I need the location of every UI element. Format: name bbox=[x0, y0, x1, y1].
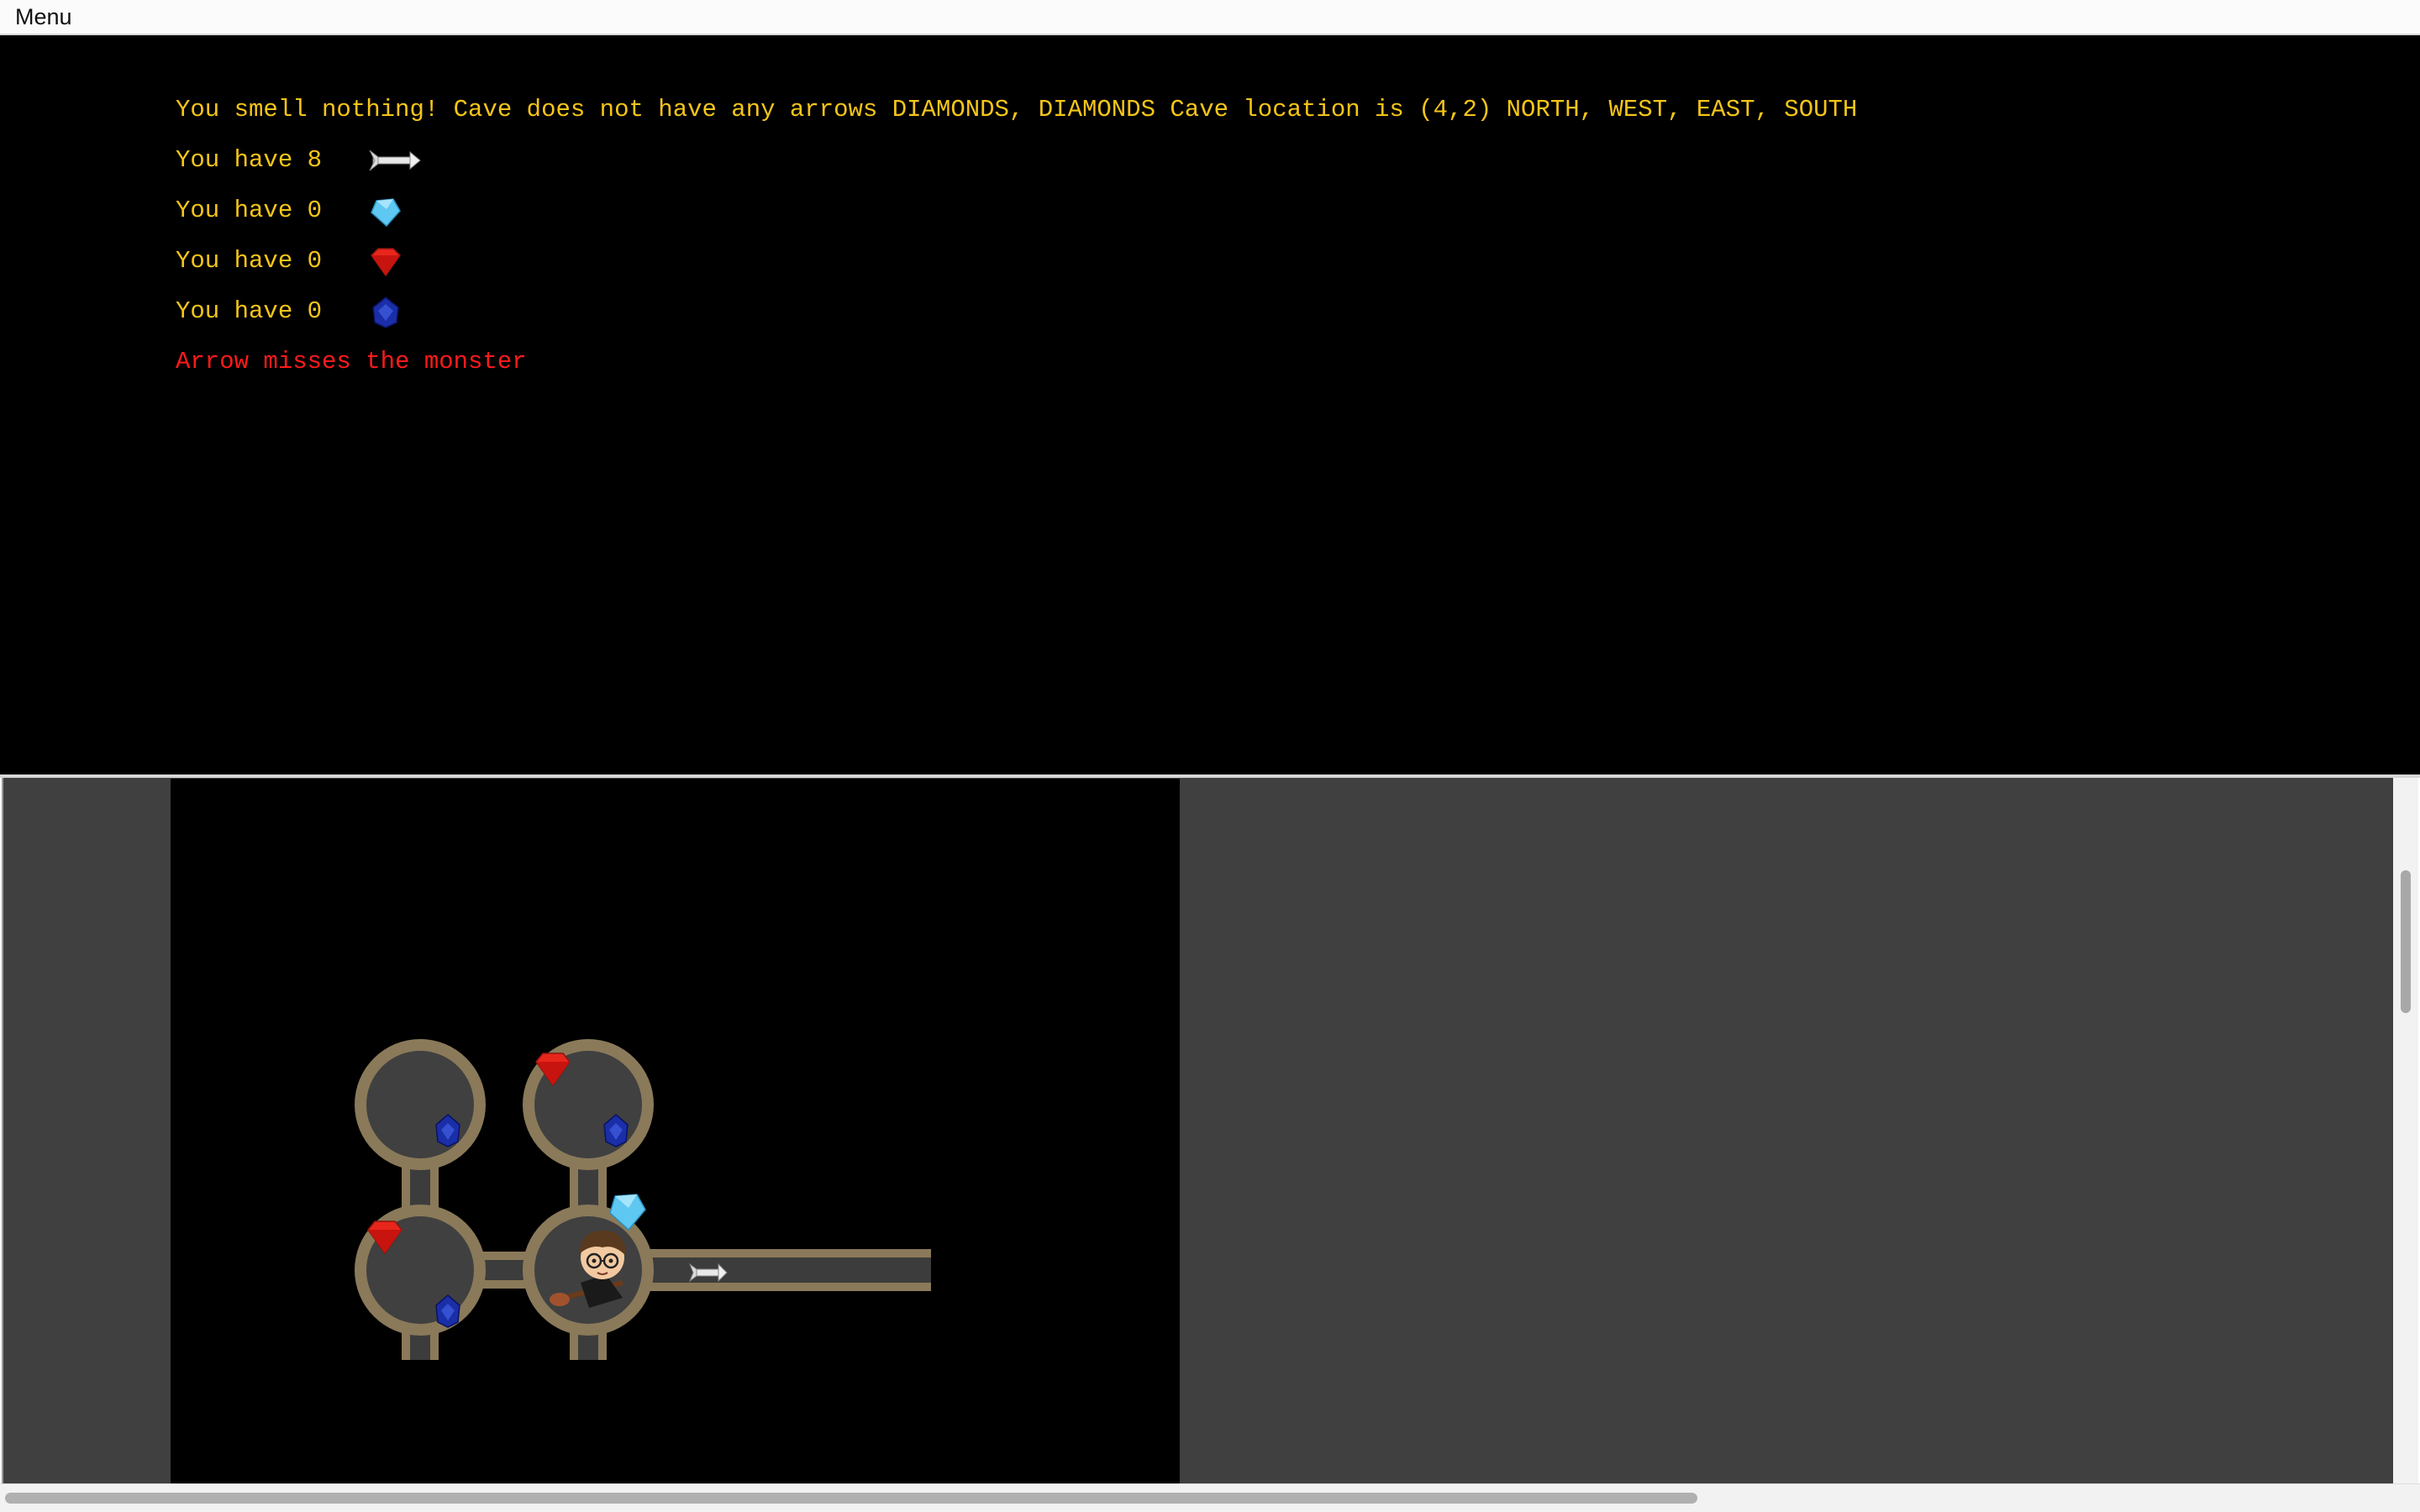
tunnel-floors bbox=[410, 1123, 931, 1367]
horizontal-scroll-thumb[interactable] bbox=[5, 1493, 1697, 1504]
status-panel: You smell nothing! Cave does not have an… bbox=[0, 35, 2420, 774]
vertical-scrollbar[interactable] bbox=[2393, 778, 2418, 1483]
dungeon-map bbox=[171, 779, 1180, 1483]
cave-top-left bbox=[355, 1039, 486, 1170]
ruby-icon bbox=[371, 248, 401, 277]
vertical-scroll-thumb[interactable] bbox=[2401, 870, 2411, 1013]
menu-bar: Menu bbox=[0, 0, 2420, 35]
message-text: Arrow misses the monster bbox=[176, 348, 527, 375]
diamond-count-text: You have 0 bbox=[176, 197, 323, 224]
arrow-count-text: You have 8 bbox=[176, 146, 323, 174]
ruby-count-text: You have 0 bbox=[176, 247, 323, 275]
arrow-icon bbox=[369, 150, 421, 171]
cave-info-text: You smell nothing! Cave does not have an… bbox=[176, 96, 1858, 123]
diamond-icon bbox=[371, 198, 401, 228]
horizontal-scrollbar[interactable] bbox=[0, 1483, 2420, 1512]
menu-button[interactable]: Menu bbox=[15, 4, 72, 30]
tunnel-walls bbox=[402, 1123, 931, 1367]
sapphire-count-text: You have 0 bbox=[176, 297, 323, 325]
sapphire-icon bbox=[372, 297, 399, 328]
